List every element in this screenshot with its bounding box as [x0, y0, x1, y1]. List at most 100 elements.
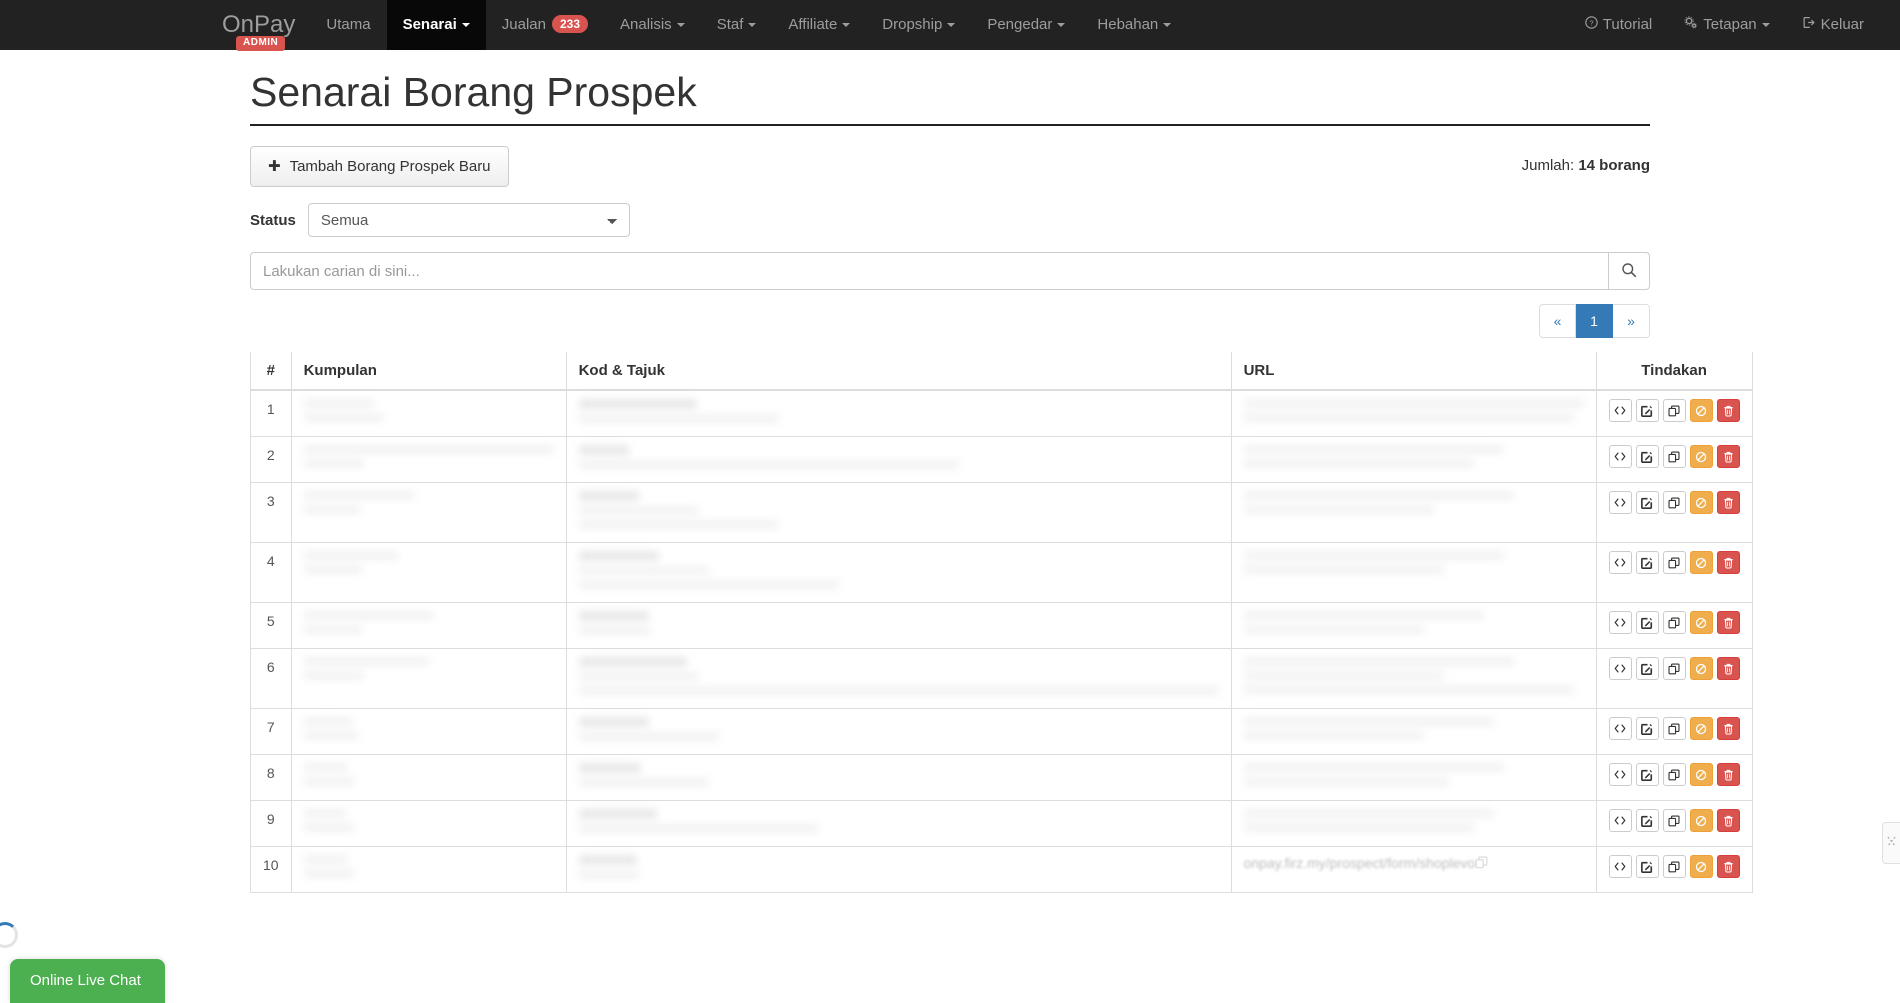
copy-button[interactable] — [1662, 809, 1686, 833]
code-button[interactable] — [1608, 763, 1632, 787]
search-button[interactable] — [1608, 252, 1650, 291]
action-button-group — [1608, 399, 1740, 423]
code-button[interactable] — [1608, 491, 1632, 515]
disable-button[interactable] — [1689, 445, 1713, 469]
nav-item-pengedar[interactable]: Pengedar — [971, 0, 1081, 50]
nav-item-analisis[interactable]: Analisis — [604, 0, 701, 50]
delete-icon — [1723, 861, 1734, 873]
disable-button[interactable] — [1689, 611, 1713, 635]
pagination-next[interactable]: » — [1613, 304, 1650, 339]
nav-item-senarai[interactable]: Senarai — [386, 0, 486, 50]
disable-button[interactable] — [1689, 717, 1713, 741]
copy-button[interactable] — [1662, 399, 1686, 423]
side-handle-tab[interactable] — [1882, 822, 1900, 864]
redacted-text — [303, 505, 360, 515]
edit-button[interactable] — [1635, 399, 1659, 423]
code-button[interactable] — [1608, 551, 1632, 575]
code-button[interactable] — [1608, 657, 1632, 681]
disable-button[interactable] — [1689, 809, 1713, 833]
edit-button[interactable] — [1635, 551, 1659, 575]
nav-item-utama[interactable]: Utama — [310, 0, 386, 50]
edit-button[interactable] — [1635, 445, 1659, 469]
disable-button[interactable] — [1689, 399, 1713, 423]
redacted-text — [578, 855, 637, 866]
row-url — [1231, 482, 1597, 544]
delete-button[interactable] — [1716, 809, 1740, 833]
edit-icon — [1641, 617, 1653, 629]
table-row: 3 — [250, 482, 1753, 544]
copy-button[interactable] — [1662, 445, 1686, 469]
code-button[interactable] — [1608, 809, 1632, 833]
search-row — [250, 252, 1650, 291]
edit-button[interactable] — [1635, 855, 1659, 879]
delete-button[interactable] — [1716, 717, 1740, 741]
copy-icon — [1668, 617, 1680, 629]
delete-button[interactable] — [1716, 445, 1740, 469]
nav-label: Tetapan — [1703, 16, 1757, 33]
delete-button[interactable] — [1716, 657, 1740, 681]
nav-item-affiliate[interactable]: Affiliate — [772, 0, 866, 50]
redacted-text — [578, 870, 639, 880]
copy-button[interactable] — [1662, 551, 1686, 575]
row-url — [1231, 602, 1597, 650]
edit-button[interactable] — [1635, 491, 1659, 515]
redacted-text — [1243, 717, 1494, 727]
search-input[interactable] — [250, 252, 1608, 291]
code-button[interactable] — [1608, 399, 1632, 423]
live-chat-button[interactable]: Online Live Chat — [10, 959, 165, 1003]
delete-button[interactable] — [1716, 611, 1740, 635]
edit-button[interactable] — [1635, 763, 1659, 787]
copy-button[interactable] — [1662, 855, 1686, 879]
disable-button[interactable] — [1689, 763, 1713, 787]
edit-icon — [1641, 497, 1653, 509]
form-url[interactable]: onpay.firz.my/prospect/form/shoplevo — [1244, 855, 1476, 871]
prospect-forms-table: # Kumpulan Kod & Tajuk URL Tindakan 1234… — [250, 352, 1753, 894]
disable-icon — [1695, 497, 1707, 509]
redacted-text — [303, 399, 374, 409]
nav-item-hebahan[interactable]: Hebahan — [1081, 0, 1187, 50]
nav-item-tutorial[interactable]: ? Tutorial — [1569, 0, 1668, 50]
row-url — [1231, 390, 1597, 438]
nav-item-jualan[interactable]: Jualan 233 — [486, 0, 604, 50]
row-index: 8 — [250, 754, 292, 802]
delete-button[interactable] — [1716, 763, 1740, 787]
copy-url-icon[interactable] — [1475, 856, 1495, 872]
redacted-text — [578, 399, 697, 410]
column-header-url: URL — [1231, 352, 1597, 392]
nav-item-staf[interactable]: Staf — [701, 0, 773, 50]
nav-label: Utama — [326, 16, 371, 33]
delete-button[interactable] — [1716, 855, 1740, 879]
edit-button[interactable] — [1635, 657, 1659, 681]
redacted-text — [303, 445, 554, 455]
disable-button[interactable] — [1689, 491, 1713, 515]
copy-button[interactable] — [1662, 763, 1686, 787]
code-button[interactable] — [1608, 717, 1632, 741]
nav-item-keluar[interactable]: Keluar — [1786, 0, 1880, 50]
delete-button[interactable] — [1716, 491, 1740, 515]
nav-label: Affiliate — [788, 16, 838, 33]
disable-button[interactable] — [1689, 657, 1713, 681]
copy-button[interactable] — [1662, 491, 1686, 515]
nav-item-tetapan[interactable]: Tetapan — [1668, 0, 1785, 50]
add-prospect-form-button[interactable]: ✚ Tambah Borang Prospek Baru — [250, 146, 509, 188]
brand-logo[interactable]: OnPay ADMIN — [222, 0, 310, 51]
disable-button[interactable] — [1689, 551, 1713, 575]
edit-button[interactable] — [1635, 809, 1659, 833]
code-button[interactable] — [1608, 611, 1632, 635]
delete-button[interactable] — [1716, 399, 1740, 423]
delete-button[interactable] — [1716, 551, 1740, 575]
code-button[interactable] — [1608, 855, 1632, 879]
status-filter-select[interactable]: Semua — [307, 203, 630, 238]
pagination-prev[interactable]: « — [1539, 304, 1576, 339]
copy-button[interactable] — [1662, 611, 1686, 635]
pagination-page-1[interactable]: 1 — [1576, 304, 1613, 339]
nav-item-dropship[interactable]: Dropship — [866, 0, 971, 50]
edit-button[interactable] — [1635, 717, 1659, 741]
copy-button[interactable] — [1662, 717, 1686, 741]
disable-button[interactable] — [1689, 855, 1713, 879]
edit-button[interactable] — [1635, 611, 1659, 635]
code-button[interactable] — [1608, 445, 1632, 469]
copy-button[interactable] — [1662, 657, 1686, 681]
copy-icon — [1668, 723, 1680, 735]
row-index: 5 — [250, 602, 292, 650]
